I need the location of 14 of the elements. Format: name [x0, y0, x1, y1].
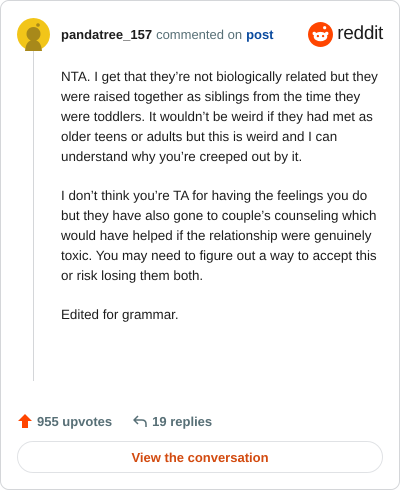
reply-arrow-icon[interactable]	[132, 413, 148, 429]
comment-paragraph: I don’t think you’re TA for having the feelings you do but they have also gone to couple’s counseling which would have helped if the relationship were genuinely toxic. You may need to figure out a way to accept this or risk losing them both.	[61, 187, 378, 285]
comment-paragraph: NTA. I get that they’re not biologically related but they were raised together as siblings from the time they were toddlers. It wouldn’t be weird if they had met as older teens or adults but this is weird and I can understand why you’re creeped out by it.	[61, 68, 379, 166]
action-text: commented on	[156, 26, 242, 42]
upvote-arrow-icon[interactable]	[17, 413, 33, 429]
comment-paragraph: Edited for grammar.	[61, 306, 180, 324]
alien-logo-icon	[308, 22, 334, 46]
view-conversation-button[interactable]: View the conversation	[17, 441, 383, 473]
avatar-icon	[17, 18, 50, 50]
username[interactable]: pandatree_157	[61, 26, 152, 42]
upvote-count: 955 upvotes	[37, 414, 112, 428]
brand-name: reddit	[337, 23, 383, 45]
reply-count: 19 replies	[152, 414, 212, 428]
post-link[interactable]: post	[246, 26, 274, 42]
